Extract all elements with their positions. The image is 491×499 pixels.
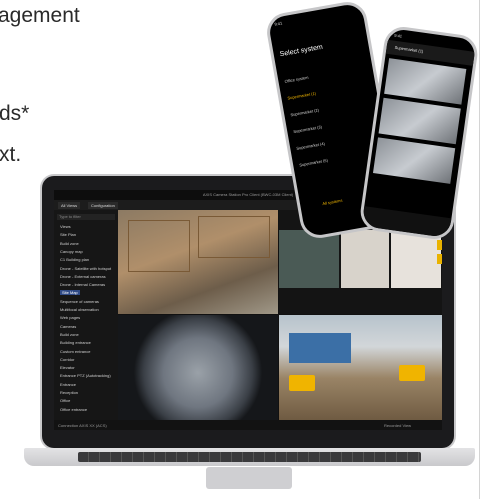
phone2-feed-2[interactable] — [378, 97, 461, 145]
recorded-view-label: Recorded View — [384, 423, 412, 428]
tree-item[interactable]: Building entrance — [60, 340, 91, 345]
call-decline-button[interactable] — [437, 254, 442, 264]
tree-item[interactable]: Drone - External cameras — [60, 274, 106, 279]
call-accept-button[interactable] — [437, 240, 442, 250]
tree-item[interactable]: Canopy map — [60, 249, 83, 254]
tree-item[interactable]: Web pages — [60, 315, 80, 320]
video-tile-construction[interactable] — [118, 210, 278, 314]
trackpad — [206, 467, 292, 489]
camera-feed-visitor — [341, 230, 389, 288]
tree-item[interactable]: Build zone — [60, 332, 79, 337]
camera-feed-door — [279, 230, 339, 288]
excavator-right — [399, 365, 425, 381]
tab-all-views[interactable]: All Views — [58, 202, 81, 209]
phone2-status-time: 9:41 — [394, 32, 403, 39]
shipping-container — [289, 333, 351, 363]
marketing-line-1: agement — [0, 4, 80, 27]
phone-status-time: 9:41 — [274, 20, 283, 27]
phone-title: Select system — [279, 43, 324, 59]
tree-item[interactable]: C1 Building plan — [60, 257, 89, 262]
tree-item[interactable]: Site Plan — [60, 232, 76, 237]
tab-configuration[interactable]: Configuration — [88, 202, 118, 209]
tree-item[interactable]: Multifocal observation — [60, 307, 99, 312]
marketing-line-3: xt. — [0, 143, 22, 166]
tree-item[interactable]: Cameras — [60, 324, 76, 329]
keyboard — [78, 452, 421, 462]
system-list-item[interactable]: Supermarket (1) — [287, 91, 316, 101]
system-list-item[interactable]: Supermarket (4) — [296, 141, 325, 151]
video-tile-fisheye[interactable] — [118, 315, 278, 420]
tree-item[interactable]: Entrance PTZ (Autotracking) — [60, 373, 111, 378]
connection-status: Connection AXIS XX (ACS) — [58, 423, 107, 428]
video-tile-site[interactable] — [279, 315, 442, 420]
vms-sidebar: Type to filter Views Site Plan Build zone C… — [54, 210, 118, 420]
tree-item[interactable]: Drone - Internal Cameras — [60, 282, 105, 287]
tree-item[interactable]: Office — [60, 398, 70, 403]
phone-camera-view: 9:41 Supermarket (1) — [358, 24, 480, 242]
tree-item[interactable]: Entrance — [60, 382, 76, 387]
tree-item[interactable]: Views — [60, 224, 71, 229]
tree-item[interactable]: Reception — [60, 390, 78, 395]
tree-item[interactable]: Sequence of cameras — [60, 299, 99, 304]
system-list-item[interactable]: Supermarket (5) — [299, 158, 328, 168]
system-list: Office system Supermarket (1) Supermarket … — [267, 2, 361, 168]
tree-item[interactable]: Site Map — [60, 290, 80, 296]
phone2-feed-1[interactable] — [384, 58, 467, 105]
tree-item[interactable]: Custom entrance — [60, 349, 90, 354]
marketing-line-2: ds* — [0, 102, 30, 125]
all-systems-link[interactable]: All systems — [322, 198, 343, 206]
system-list-item[interactable]: Supermarket (3) — [293, 124, 322, 134]
phone2-feed-3[interactable] — [372, 137, 456, 184]
tree-item[interactable]: Elevator — [60, 365, 75, 370]
tree-item[interactable]: Drone - Satellite with hotspot — [60, 266, 111, 271]
tree-item[interactable]: Build zone — [60, 241, 79, 246]
edge-divider — [479, 0, 480, 499]
excavator-left — [289, 375, 315, 391]
tree-item[interactable]: Office entrance — [60, 407, 87, 412]
system-list-item[interactable]: Supermarket (2) — [290, 107, 319, 117]
search-input[interactable]: Type to filter — [57, 214, 115, 220]
tree-item[interactable]: Corridor — [60, 357, 74, 362]
system-list-item[interactable]: Office system — [284, 75, 309, 84]
